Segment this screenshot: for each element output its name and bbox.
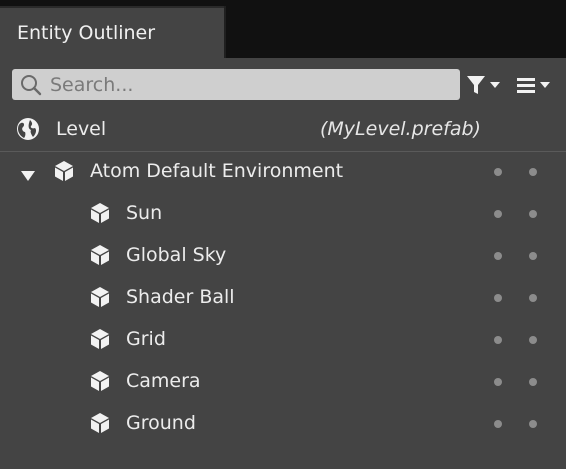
entity-cube-icon [89, 370, 111, 396]
level-row[interactable]: Level (MyLevel.prefab) [0, 108, 566, 150]
tab-title: Entity Outliner [17, 22, 156, 44]
entity-cube-icon [53, 160, 75, 186]
tab-divider [224, 6, 226, 58]
expand-toggle-icon[interactable] [21, 166, 35, 185]
entity-row[interactable]: Grid [0, 318, 566, 360]
lock-toggle[interactable] [529, 420, 537, 428]
entity-name: Global Sky [126, 244, 227, 266]
entity-name: Atom Default Environment [90, 160, 344, 182]
filter-icon [467, 76, 485, 94]
entity-row[interactable]: Atom Default Environment [0, 150, 566, 192]
level-prefab-name: (MyLevel.prefab) [320, 118, 481, 140]
entity-name: Shader Ball [126, 286, 235, 308]
outliner-toolbar [0, 58, 566, 108]
entity-outliner-window: Entity Outliner Search... Level (MyLevel… [0, 0, 566, 469]
entity-row[interactable]: Ground [0, 402, 566, 444]
globe-icon [17, 118, 39, 140]
entity-cube-icon [89, 244, 111, 270]
chevron-down-icon [540, 82, 550, 88]
visibility-toggle[interactable] [494, 294, 502, 302]
entity-cube-icon [89, 286, 111, 312]
entity-name: Sun [126, 202, 163, 224]
tab-strip: Entity Outliner [0, 0, 566, 58]
visibility-toggle[interactable] [494, 420, 502, 428]
filter-button[interactable] [466, 71, 508, 99]
search-input[interactable] [50, 70, 430, 99]
list-icon [517, 78, 535, 93]
lock-toggle[interactable] [529, 252, 537, 260]
lock-toggle[interactable] [529, 294, 537, 302]
visibility-toggle[interactable] [494, 210, 502, 218]
lock-toggle[interactable] [529, 336, 537, 344]
tab-entity-outliner[interactable]: Entity Outliner [0, 6, 224, 58]
lock-toggle[interactable] [529, 378, 537, 386]
entity-cube-icon [89, 412, 111, 438]
search-icon [21, 74, 42, 95]
visibility-toggle[interactable] [494, 168, 502, 176]
entity-cube-icon [89, 202, 111, 228]
visibility-toggle[interactable] [494, 336, 502, 344]
entity-row[interactable]: Sun [0, 192, 566, 234]
chevron-down-icon [490, 82, 500, 88]
entity-name: Grid [126, 328, 166, 350]
search-box[interactable] [12, 69, 460, 100]
entity-name: Ground [126, 412, 196, 434]
visibility-toggle[interactable] [494, 378, 502, 386]
entity-row[interactable]: Shader Ball [0, 276, 566, 318]
entity-cube-icon [89, 328, 111, 354]
lock-toggle[interactable] [529, 210, 537, 218]
display-options-button[interactable] [516, 71, 558, 99]
lock-toggle[interactable] [529, 168, 537, 176]
entity-row[interactable]: Camera [0, 360, 566, 402]
entity-row[interactable]: Global Sky [0, 234, 566, 276]
visibility-toggle[interactable] [494, 252, 502, 260]
level-label: Level [56, 118, 107, 140]
entity-name: Camera [126, 370, 201, 392]
